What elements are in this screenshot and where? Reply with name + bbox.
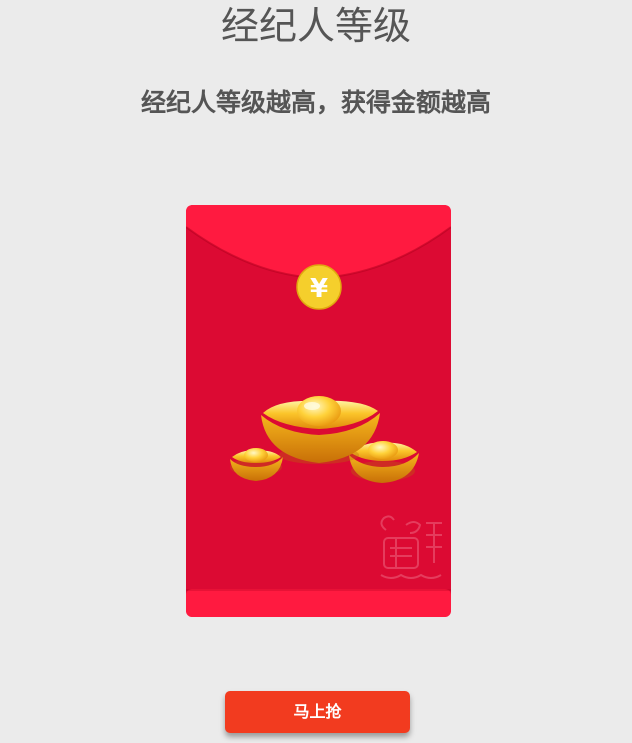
seal-symbol: ¥ [310, 274, 328, 304]
page-title: 经纪人等级 [220, 4, 411, 48]
envelope-bottom-strip [186, 589, 451, 617]
red-envelope[interactable]: ¥ [186, 205, 451, 617]
page-subtitle: 经纪人等级越高，获得金额越高 [140, 88, 491, 117]
yen-seal-icon: ¥ [296, 264, 342, 310]
grab-now-button[interactable]: 马上抢 [225, 691, 410, 733]
